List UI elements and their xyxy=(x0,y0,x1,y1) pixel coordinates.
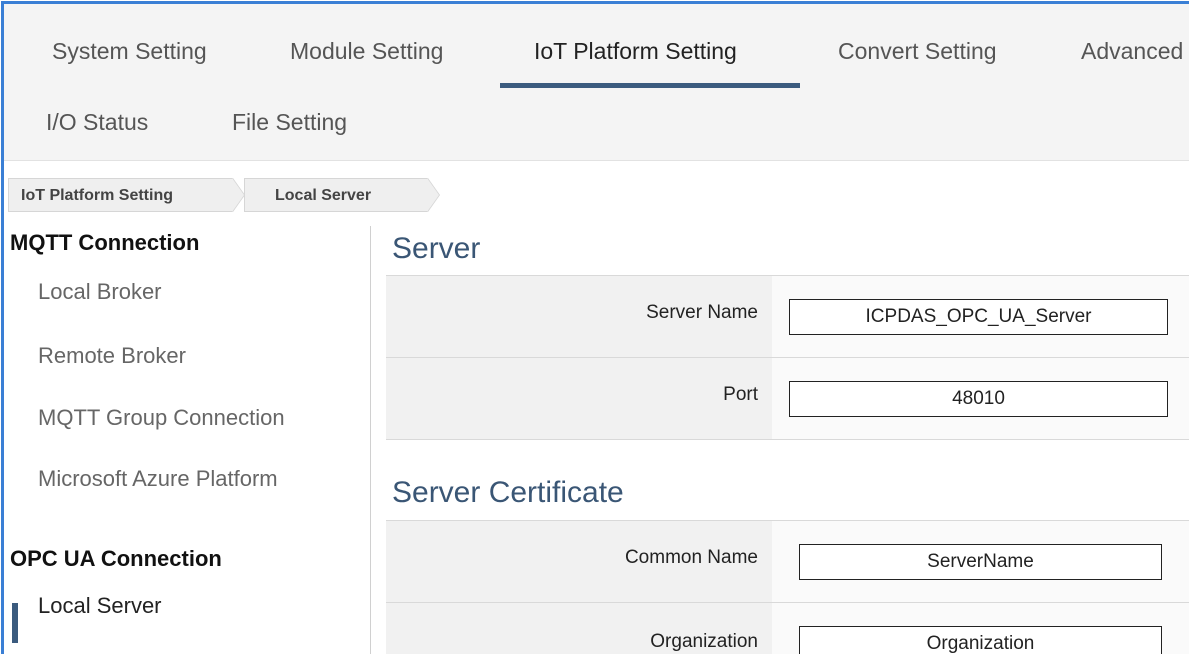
tab-convert-setting[interactable]: Convert Setting xyxy=(838,38,997,65)
sidebar-item-local-server[interactable]: Local Server xyxy=(38,593,162,619)
sidebar-group-mqtt-connection: MQTT Connection xyxy=(10,230,200,255)
port-input[interactable] xyxy=(789,381,1168,417)
server-name-label: Server Name xyxy=(646,302,758,323)
breadcrumb-local-server[interactable]: Local Server xyxy=(244,178,428,212)
app-frame: System Setting Module Setting IoT Platfo… xyxy=(1,1,1189,654)
organization-label: Organization xyxy=(650,631,758,652)
top-navigation: System Setting Module Setting IoT Platfo… xyxy=(4,4,1189,161)
sidebar-group-opc-ua-connection: OPC UA Connection xyxy=(10,546,222,571)
tab-advanced[interactable]: Advanced xyxy=(1081,38,1183,65)
sidebar-item-microsoft-azure-platform[interactable]: Microsoft Azure Platform xyxy=(38,466,278,492)
active-tab-indicator xyxy=(500,83,800,88)
tab-file-setting[interactable]: File Setting xyxy=(232,109,347,136)
organization-input[interactable] xyxy=(799,626,1162,654)
port-label: Port xyxy=(723,384,758,405)
sidebar-item-remote-broker[interactable]: Remote Broker xyxy=(38,343,186,369)
breadcrumb-separator-fill-icon xyxy=(232,178,244,212)
server-section-bottom-border xyxy=(386,439,1189,440)
breadcrumb-iot-platform-setting[interactable]: IoT Platform Setting xyxy=(8,178,233,212)
tab-module-setting[interactable]: Module Setting xyxy=(290,38,443,65)
tab-system-setting[interactable]: System Setting xyxy=(52,38,207,65)
organization-row: Organization xyxy=(386,602,1189,654)
breadcrumb-end-fill-icon xyxy=(427,178,439,212)
common-name-label: Common Name xyxy=(624,547,758,568)
sidebar-item-mqtt-group-connection[interactable]: MQTT Group Connection xyxy=(38,405,285,431)
server-name-row: Server Name xyxy=(386,275,1189,357)
tab-io-status[interactable]: I/O Status xyxy=(46,109,148,136)
common-name-row: Common Name xyxy=(386,520,1189,602)
common-name-input[interactable] xyxy=(799,544,1162,580)
sidebar-item-local-broker[interactable]: Local Broker xyxy=(38,279,162,305)
server-section-title: Server xyxy=(392,232,481,265)
sidebar-divider xyxy=(370,226,371,654)
server-certificate-section-title: Server Certificate xyxy=(392,476,624,509)
tab-iot-platform-setting[interactable]: IoT Platform Setting xyxy=(534,38,737,65)
active-item-marker xyxy=(12,603,18,643)
port-row: Port xyxy=(386,357,1189,439)
server-name-input[interactable] xyxy=(789,299,1168,335)
